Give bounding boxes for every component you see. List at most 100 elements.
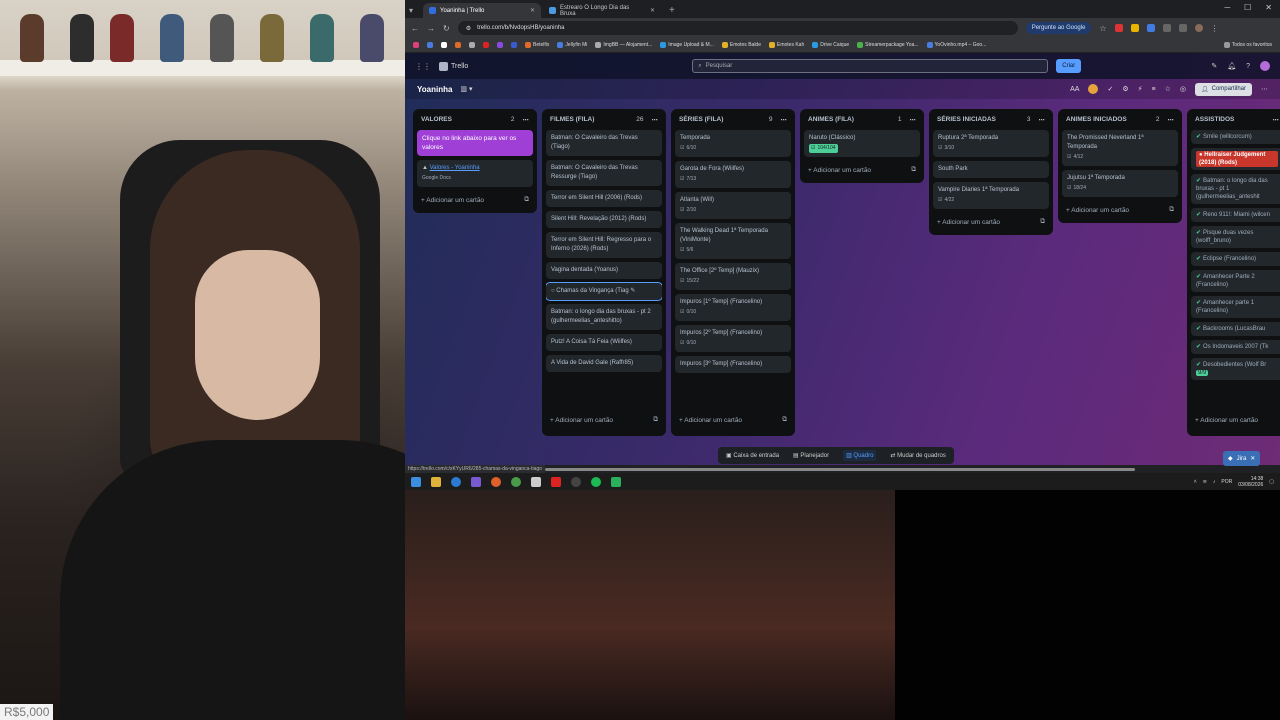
list-menu-icon[interactable]: ⋯ [910,116,917,124]
list-item[interactable]: Impuros [1º Temp] (Francelino) ☑ 0/10 [675,294,791,321]
list-item[interactable]: ✔ Backrooms (LucasBrau [1191,322,1280,336]
notification-icon[interactable]: ▢ [1269,479,1274,485]
bookmark-icon[interactable] [497,42,503,48]
new-tab-icon[interactable]: + [663,3,681,18]
filter-icon[interactable]: ≡ [1152,86,1156,93]
list-item[interactable]: A Vida de David Gale (Raffr85) [546,355,662,372]
file-explorer-icon[interactable] [431,476,441,487]
list-item[interactable]: The Office [2º Temp] (Mauzix) ☑ 15/22 [675,263,791,290]
list-item[interactable]: The Promissed Neverland 1ª Temporada ☑ 4/1… [1062,130,1178,166]
bookmark-item[interactable]: Streamerpackage Yoa... [857,42,919,48]
list-item[interactable]: Batman: O Cavaleiro das Trevas Ressurge … [546,160,662,186]
visibility-icon[interactable]: ◎ [1180,85,1186,93]
trello-logo[interactable]: Trello [439,61,468,71]
notifications-icon[interactable]: 🔔︎ [1227,62,1236,70]
add-card-button[interactable]: + Adicionar um cartão ⧉ [675,413,791,427]
wifi-icon[interactable]: ≋ [1203,479,1207,485]
list-item[interactable]: ✔ Amanhecer Parte 2 (Francelino) [1191,270,1280,292]
list-header[interactable]: ASSISTIDOS ⋯ [1191,113,1280,126]
list-item[interactable]: The Walking Dead 1ª Temporada (ViniMonte… [675,223,791,259]
app-icon[interactable] [531,476,541,487]
list-menu-icon[interactable]: ⋯ [1039,116,1046,124]
extension-icon[interactable] [1130,24,1139,32]
extension-icon[interactable] [1114,24,1123,32]
list-item[interactable]: ○ Chamas da Vingança (Tiag ✎ [546,282,662,301]
list-item[interactable]: ✔ Smile (willcorcum) [1191,130,1280,144]
list-item[interactable]: Silent Hill: Revelação (2012) (Rods) [546,211,662,228]
list-item[interactable]: Batman: O Cavaleiro das Trevas (Tiago) [546,130,662,156]
start-icon[interactable] [411,476,421,487]
tab-trello[interactable]: Yoaninha | Trello ✕ [423,3,541,18]
create-button[interactable]: Criar [1056,59,1082,73]
avatar[interactable] [1088,84,1099,94]
chrome-icon[interactable] [511,476,521,487]
minimize-icon[interactable]: ─ [1224,3,1230,12]
list-item[interactable]: Jujutsu 1ª Temporada ☑ 18/24 [1062,170,1178,197]
bookmark-icon[interactable] [511,42,517,48]
list-item[interactable]: Naruto (Clássico) ☑ 104/104 [804,130,920,157]
menu-dots-icon[interactable]: ⋮ [1211,24,1219,33]
bookmark-item[interactable]: Emotes Balde [721,42,761,48]
help-icon[interactable]: ? [1246,63,1250,70]
list-header[interactable]: SÉRIES (FILA) 9 ⋯ [675,113,791,126]
bookmark-item[interactable]: YoOvinho.mp4 – Goo... [926,42,986,48]
list-item[interactable]: Vampire Diaries 1ª Temporada ☑ 4/22 [933,182,1049,209]
all-bookmarks[interactable]: Todos os favoritos [1223,42,1272,48]
horizontal-scrollbar[interactable] [545,468,1135,471]
list-item[interactable]: ✔ Desobedientes (Wolf Br 9/9 [1191,358,1280,380]
bookmark-item[interactable]: Drive Caique [812,42,849,48]
list-item[interactable]: Ruptura 2ª Temporada ☑ 3/10 [933,130,1049,157]
list-item[interactable]: Batman: o longo dia das bruxas - pt 2 (g… [546,304,662,330]
list-item[interactable]: Garota de Fora (Wiilfes) ☑ 7/13 [675,161,791,188]
app-switcher-icon[interactable]: ⋮⋮ [415,62,431,71]
template-icon[interactable]: ⧉ [1169,206,1174,214]
list-item[interactable]: ✔ Eclipse (Francelino) [1191,252,1280,266]
extension-icon[interactable] [1162,24,1171,32]
ask-google-button[interactable]: Pergunte ao Google [1025,22,1092,34]
close-icon[interactable]: ✕ [650,7,655,14]
member-avatar[interactable]: AA [1070,86,1079,93]
bookmark-item[interactable]: Jellyfin Mi [557,42,587,48]
close-icon[interactable]: ✕ [530,7,535,14]
list-header[interactable]: ANIMES INICIADOS 2 ⋯ [1062,113,1178,126]
obs-icon[interactable] [571,476,581,487]
list-item[interactable]: ✔ Batman: o longo dia das bruxas - pt 1 (… [1191,174,1280,204]
check-icon[interactable]: ✓ [1107,85,1113,93]
list-item[interactable]: South Park [933,161,1049,178]
list-item[interactable]: ✔ Amanhecer parte 1 (Francelino) [1191,296,1280,318]
list-item[interactable]: Vagina dentada (Yoanus) [546,262,662,279]
template-icon[interactable]: ⧉ [782,416,787,424]
tray-lang[interactable]: POR [1221,479,1232,485]
bookmark-icon[interactable] [441,42,447,48]
list-item[interactable]: ✔ Reno 911!: Miami (wilcen [1191,208,1280,222]
bookmark-icon[interactable] [455,42,461,48]
list-item[interactable]: ▲ Valores - Yoaninha Google Docs [417,160,533,187]
close-window-icon[interactable]: ✕ [1265,3,1272,12]
avatar[interactable] [1260,61,1270,71]
template-icon[interactable]: ⧉ [524,196,529,204]
app-icon[interactable] [551,476,561,487]
list-item[interactable]: Terror em Silent Hill: Regresso para o I… [546,232,662,258]
add-card-button[interactable]: + Adicionar um cartão ⧉ [933,215,1049,229]
list-item[interactable]: ✔ Os Indomaveis 2007 (Tk [1191,340,1280,354]
app-icon[interactable] [611,476,621,487]
bookmark-icon[interactable] [413,42,419,48]
bookmark-item[interactable]: Image Upload & M... [660,42,714,48]
list-header[interactable]: VALORES 2 ⋯ [417,113,533,126]
tab-search-icon[interactable]: ▾ [409,6,421,18]
share-button[interactable]: 👤︎ Compartilhar [1195,82,1252,96]
extension-icon[interactable] [1146,24,1155,32]
tab-video[interactable]: Estrearo O Longo Dia das Bruxa ✕ [543,3,661,18]
edge-icon[interactable] [451,476,461,487]
add-card-button[interactable]: + Adicionar um cartão ⧉ [1062,203,1178,217]
search-input[interactable]: ⌕ Pesquisar [692,59,1049,73]
list-item[interactable]: Temporada ☑ 6/10 [675,130,791,157]
add-card-button[interactable]: + Adicionar um cartão [1191,413,1280,427]
switch-boards-tab[interactable]: ⇄ Mudar de quadros [890,452,945,459]
bookmark-icon[interactable] [469,42,475,48]
list-menu-icon[interactable]: ⋯ [523,116,530,124]
planner-tab[interactable]: ▤ Planejador [793,452,829,459]
clock[interactable]: 14:38 03/08/2026 [1238,476,1263,488]
list-header[interactable]: ANIMES (FILA) 1 ⋯ [804,113,920,126]
list-item[interactable]: Terror em Silent Hill (2006) (Rods) [546,190,662,207]
